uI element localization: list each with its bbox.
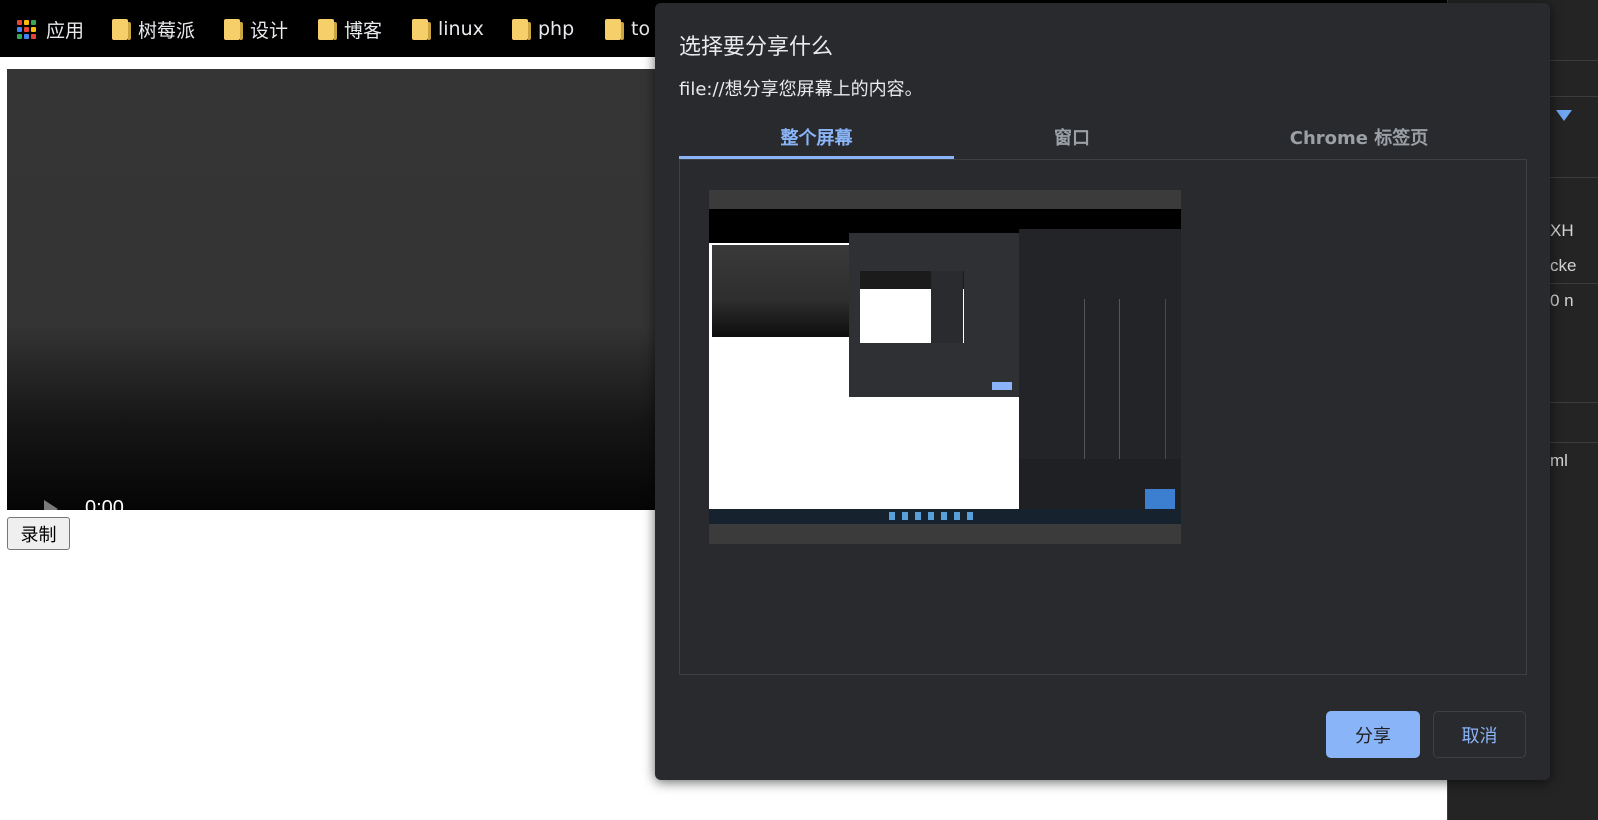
bookmark-blog[interactable]: 博客: [318, 13, 382, 45]
bookmark-label: 树莓派: [138, 19, 196, 42]
bookmark-label: 博客: [344, 19, 383, 42]
bookmark-apps-label: 应用: [46, 19, 85, 42]
filter-icon[interactable]: [1556, 110, 1572, 121]
folder-icon: [512, 18, 531, 40]
entire-screen-thumbnail[interactable]: [709, 190, 1181, 544]
dialog-subtitle: file://想分享您屏幕上的内容。: [679, 79, 923, 100]
devtools-text: 0 n: [1550, 291, 1574, 310]
preview-video: [712, 245, 850, 337]
preview-share-button: [992, 382, 1012, 390]
bookmark-raspberry-pi[interactable]: 树莓派: [112, 13, 195, 45]
cancel-button[interactable]: 取消: [1433, 711, 1526, 758]
video-time: 0:00: [85, 497, 124, 510]
active-tab-indicator: [679, 156, 954, 159]
folder-icon: [318, 18, 337, 40]
dialog-title: 选择要分享什么: [679, 35, 834, 60]
bookmark-label: php: [538, 18, 575, 40]
preview-chart: [1145, 489, 1175, 509]
bookmark-design[interactable]: 设计: [224, 13, 288, 45]
folder-icon: [224, 18, 243, 40]
devtools-text: XH: [1550, 221, 1574, 240]
preview-devtools-column: [1165, 299, 1166, 459]
share-button[interactable]: 分享: [1326, 711, 1420, 758]
bookmark-label: to: [631, 18, 651, 40]
bookmark-label: 设计: [250, 19, 289, 42]
tab-entire-screen[interactable]: 整个屏幕: [679, 115, 954, 159]
screen-preview: [709, 209, 1181, 524]
share-dialog: 选择要分享什么 file://想分享您屏幕上的内容。 整个屏幕 窗口 Chrom…: [655, 3, 1550, 780]
tab-window[interactable]: 窗口: [954, 115, 1190, 159]
play-icon[interactable]: [44, 500, 58, 510]
record-button[interactable]: 录制: [7, 517, 70, 550]
browser-window: 应用 树莓派 设计 博客 linux php to 0:00 录制 XH cke…: [0, 0, 1598, 820]
devtools-text: cke: [1550, 256, 1577, 275]
preview-devtools-column: [1084, 299, 1085, 459]
folder-icon: [112, 18, 131, 40]
folder-icon: [605, 18, 624, 40]
devtools-text: ml: [1550, 451, 1568, 470]
video-player[interactable]: 0:00: [7, 69, 667, 510]
preview-taskbar-icons: [889, 512, 979, 520]
bookmark-apps[interactable]: 应用: [17, 13, 84, 45]
bookmark-php[interactable]: php: [512, 13, 574, 45]
bookmark-to[interactable]: to: [605, 13, 650, 45]
apps-grid-icon: [17, 19, 36, 39]
folder-icon: [412, 18, 431, 40]
tab-chrome-tab[interactable]: Chrome 标签页: [1215, 115, 1503, 159]
preview-devtools-column: [1119, 299, 1120, 459]
bookmark-linux[interactable]: linux: [412, 13, 484, 45]
preview-nested-dialog: [931, 271, 963, 343]
bookmark-label: linux: [438, 18, 484, 40]
